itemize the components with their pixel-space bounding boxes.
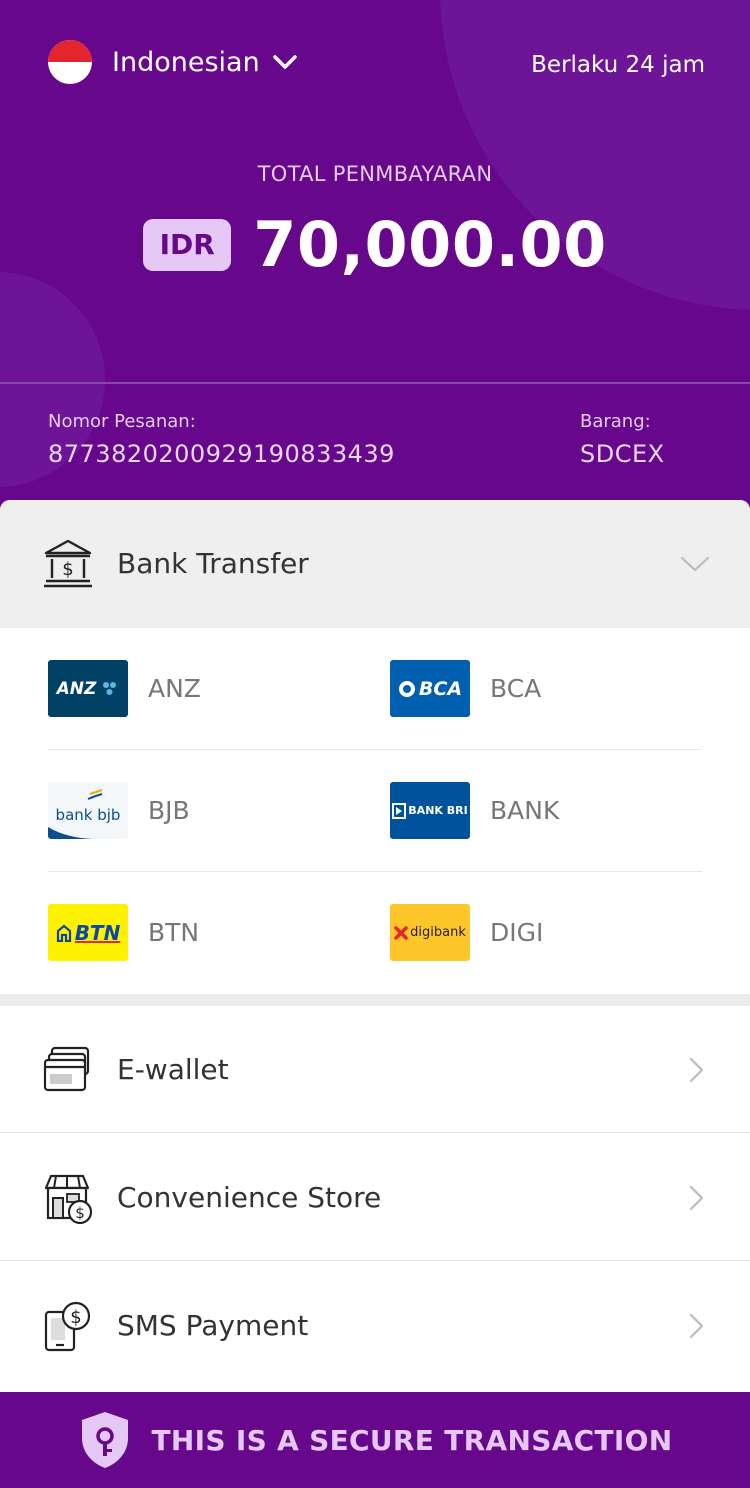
bank-option-bjb[interactable]: bank bjb BJB <box>48 782 190 839</box>
bank-row: ANZ ANZ BCA BCA <box>0 628 750 750</box>
svg-text:$: $ <box>70 1307 81 1328</box>
bank-option-bca[interactable]: BCA BCA <box>390 660 541 717</box>
svg-text:$: $ <box>75 1204 85 1222</box>
bank-name: ANZ <box>148 674 201 703</box>
chevron-right-icon <box>689 1313 704 1339</box>
currency-badge: IDR <box>143 218 232 271</box>
bank-row: bank bjb BJB BANK BRI BANK <box>0 750 750 872</box>
digibank-logo: digibank <box>390 904 470 961</box>
method-sms-payment[interactable]: $ SMS Payment <box>0 1262 750 1389</box>
bank-option-bri[interactable]: BANK BRI BANK <box>390 782 559 839</box>
order-number-value: 8773820200929190833439 <box>48 440 395 468</box>
item-label: Barang: <box>580 411 651 432</box>
secure-transaction-text: THIS IS A SECURE TRANSACTION <box>151 1423 673 1457</box>
store-icon: $ <box>44 1174 93 1224</box>
bjb-logo: bank bjb <box>48 782 128 839</box>
method-convenience-store[interactable]: $ Convenience Store <box>0 1134 750 1261</box>
item-value: SDCEX <box>580 440 665 468</box>
anz-logo: ANZ <box>48 660 128 717</box>
bank-list: ANZ ANZ BCA BCA bank bjb BJB BANK BRI BA… <box>0 628 750 994</box>
bank-transfer-section: $ Bank Transfer ANZ ANZ BCA BCA bank bjb… <box>0 500 750 994</box>
shield-lock-icon <box>81 1412 128 1468</box>
chevron-right-icon <box>689 1057 704 1083</box>
order-number-label: Nomor Pesanan: <box>48 411 196 432</box>
chevron-down-icon <box>680 556 710 572</box>
total-payment-label: TOTAL PENMBAYARAN <box>257 162 493 186</box>
payment-header: Indonesian Berlaku 24 jam TOTAL PENMBAYA… <box>0 0 750 530</box>
method-label: E-wallet <box>117 1053 229 1086</box>
validity-text: Berlaku 24 jam <box>531 52 705 78</box>
total-amount: 70,000.00 <box>253 208 607 281</box>
svg-text:$: $ <box>62 559 73 580</box>
bank-name: BJB <box>148 796 190 825</box>
amount-row: IDR 70,000.00 <box>0 208 750 281</box>
wallet-icon <box>43 1046 90 1092</box>
bank-name: BCA <box>490 674 542 703</box>
method-label: SMS Payment <box>117 1309 309 1342</box>
bank-transfer-title: Bank Transfer <box>117 547 309 580</box>
section-gap <box>0 994 750 1006</box>
bank-icon: $ <box>44 539 92 588</box>
method-label: Convenience Store <box>117 1181 382 1214</box>
bank-row: BTN BTN digibank DIGI <box>0 872 750 994</box>
secure-transaction-footer: THIS IS A SECURE TRANSACTION <box>0 1392 750 1488</box>
bank-transfer-header[interactable]: $ Bank Transfer <box>0 500 750 628</box>
bank-name: BTN <box>148 918 200 947</box>
chevron-down-icon <box>272 55 297 69</box>
bank-option-btn[interactable]: BTN BTN <box>48 904 199 961</box>
language-label: Indonesian <box>112 46 260 78</box>
bca-logo: BCA <box>390 660 470 717</box>
bank-option-digibank[interactable]: digibank DIGI <box>390 904 543 961</box>
indonesia-flag-icon <box>48 40 92 84</box>
header-divider <box>0 382 750 384</box>
sms-payment-icon: $ <box>44 1301 91 1352</box>
language-selector[interactable]: Indonesian <box>48 40 298 84</box>
method-e-wallet[interactable]: E-wallet <box>0 1006 750 1133</box>
bank-name: BANK <box>490 796 560 825</box>
bank-option-anz[interactable]: ANZ ANZ <box>48 660 201 717</box>
bri-logo: BANK BRI <box>390 782 470 839</box>
btn-logo: BTN <box>48 904 128 961</box>
chevron-right-icon <box>689 1185 704 1211</box>
bank-name: DIGI <box>490 918 544 947</box>
